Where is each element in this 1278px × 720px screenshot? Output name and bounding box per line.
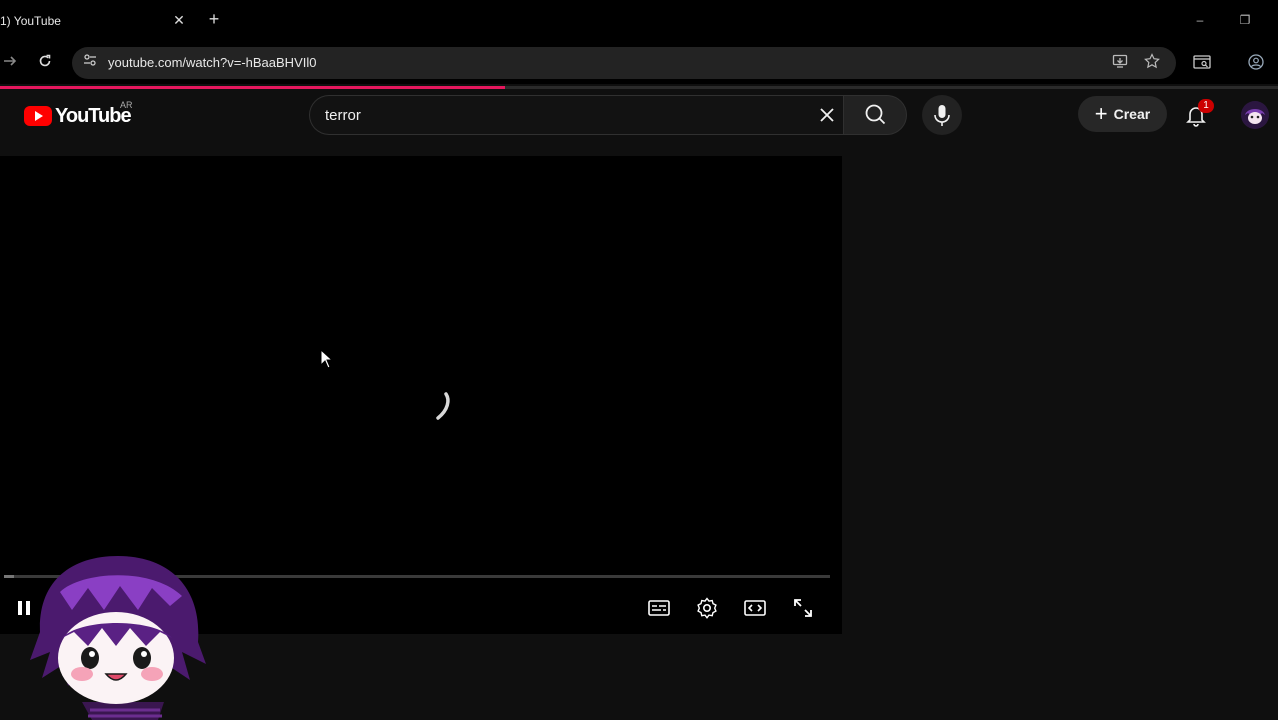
mic-icon bbox=[934, 105, 950, 126]
new-tab-button[interactable]: + bbox=[206, 10, 222, 30]
notification-badge: 1 bbox=[1198, 99, 1214, 113]
browser-tab-strip: 1) YouTube ✕ + – ❐ bbox=[0, 0, 1278, 44]
tab-close-icon[interactable]: ✕ bbox=[172, 13, 186, 27]
subtitles-icon[interactable] bbox=[647, 596, 671, 620]
youtube-logo[interactable]: YouTube AR bbox=[24, 100, 133, 128]
fullscreen-icon[interactable] bbox=[791, 596, 815, 620]
url-text[interactable]: youtube.com/watch?v=-hBaaBHVIl0 bbox=[108, 55, 316, 70]
clear-search-icon[interactable] bbox=[816, 104, 838, 126]
install-icon[interactable] bbox=[1110, 53, 1130, 73]
page-load-progress bbox=[0, 86, 1278, 89]
tab-title: 1) YouTube bbox=[0, 14, 61, 28]
loading-spinner-icon bbox=[436, 392, 450, 420]
notifications-button[interactable]: 1 bbox=[1183, 99, 1214, 128]
restore-button[interactable]: ❐ bbox=[1237, 12, 1253, 28]
browser-tab-youtube[interactable]: 1) YouTube ✕ bbox=[0, 6, 196, 36]
address-bar[interactable]: youtube.com/watch?v=-hBaaBHVIl0 bbox=[72, 47, 1176, 79]
create-button[interactable]: + Crear bbox=[1078, 96, 1167, 132]
youtube-play-icon bbox=[24, 106, 52, 126]
star-icon[interactable] bbox=[1142, 53, 1162, 73]
mouse-cursor-icon bbox=[320, 349, 334, 369]
voice-search-button[interactable] bbox=[922, 95, 962, 135]
forward-icon[interactable] bbox=[0, 54, 20, 74]
search-button[interactable] bbox=[843, 95, 907, 135]
seek-bar-played bbox=[4, 575, 14, 578]
tune-icon[interactable] bbox=[80, 53, 100, 73]
settings-icon[interactable] bbox=[695, 596, 719, 620]
theater-icon[interactable] bbox=[743, 596, 767, 620]
search-query[interactable]: terror bbox=[325, 107, 361, 124]
streamer-avatar-overlay bbox=[30, 556, 206, 720]
avatar[interactable] bbox=[1241, 101, 1269, 129]
create-label: Crear bbox=[1113, 106, 1151, 122]
minimize-button[interactable]: – bbox=[1192, 12, 1208, 28]
youtube-masthead: YouTube AR terror + Crear 1 bbox=[0, 90, 1278, 146]
logo-region: AR bbox=[120, 100, 133, 110]
reload-icon[interactable] bbox=[35, 54, 55, 74]
search-input[interactable]: terror bbox=[309, 95, 843, 135]
search-icon bbox=[865, 104, 886, 125]
profile-icon[interactable] bbox=[1246, 54, 1266, 74]
plus-icon: + bbox=[1094, 101, 1108, 126]
tab-search-icon[interactable] bbox=[1192, 54, 1212, 74]
page-load-progress-fill bbox=[0, 86, 505, 89]
browser-toolbar: youtube.com/watch?v=-hBaaBHVIl0 bbox=[0, 44, 1278, 84]
